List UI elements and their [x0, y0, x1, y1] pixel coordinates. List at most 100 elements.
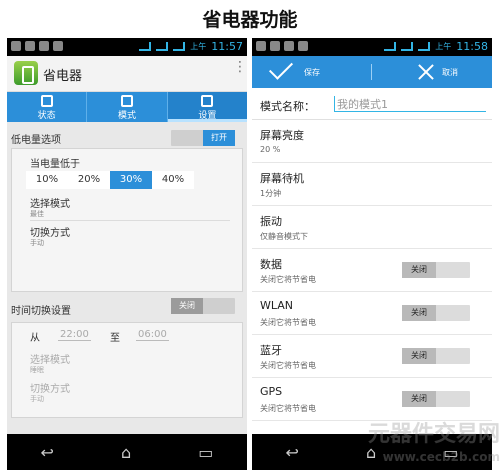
percent-option-10[interactable]: 10% — [26, 171, 68, 189]
setting-title: 振动 — [260, 215, 282, 228]
setting-gps: GPS 关闭它将节省电 关闭 — [252, 378, 492, 421]
mode-icon — [120, 95, 133, 107]
clock: 11:57 — [211, 40, 243, 53]
phone-screen-settings: 上午 11:57 省电器 ⋮ 状态 模式 设置 低电量选项 打开 当电量低于 1… — [7, 38, 247, 470]
to-time-field[interactable]: 06:00 — [136, 329, 169, 341]
wifi-icon — [384, 42, 397, 51]
download-icon — [39, 41, 49, 51]
image-icon — [53, 41, 63, 51]
mode-select-value: 最佳 — [30, 210, 44, 218]
switch-method-label[interactable]: 切换方式 — [30, 224, 70, 239]
gps-toggle[interactable]: 关闭 — [402, 391, 470, 407]
toggle-label: 关闭 — [402, 391, 436, 407]
mode-editor-content: 模式名称： 我的模式1 屏幕亮度 20 % 屏幕待机 1分钟 振动 仅静音模式下… — [252, 88, 492, 434]
setting-title: 蓝牙 — [260, 344, 282, 357]
percent-option-30[interactable]: 30% — [110, 171, 152, 189]
download-icon — [284, 41, 294, 51]
notification-icon — [25, 41, 35, 51]
status-bar: 上午 11:58 — [252, 38, 492, 56]
toggle-label: 关闭 — [171, 298, 203, 314]
low-battery-card: 当电量低于 10% 20% 30% 40% 选择模式 最佳 切换方式 手动 — [11, 148, 243, 292]
time-switch-toggle[interactable]: 关闭 — [171, 298, 235, 314]
tab-status[interactable]: 状态 — [7, 92, 88, 122]
time-switch-method-label[interactable]: 切换方式 — [30, 380, 70, 395]
settings-sliders-icon — [201, 95, 214, 107]
nav-bar: ↩ ⌂ ▭ — [7, 434, 247, 470]
time-switch-method-value: 手动 — [30, 395, 44, 403]
setting-title: 屏幕待机 — [260, 172, 304, 185]
setting-value: 关闭它将节省电 — [260, 404, 316, 413]
status-icon — [40, 95, 53, 107]
setting-value: 20 % — [260, 145, 281, 154]
from-label: 从 — [30, 333, 40, 344]
setting-value: 关闭它将节省电 — [260, 361, 316, 370]
tab-label: 状态 — [37, 111, 56, 121]
notification-icon — [11, 41, 21, 51]
bluetooth-toggle[interactable]: 关闭 — [402, 348, 470, 364]
cancel-label: 取消 — [442, 67, 458, 77]
watermark-text: 元器件交易网 — [367, 422, 500, 447]
image-icon — [298, 41, 308, 51]
toggle-label: 关闭 — [402, 348, 436, 364]
percent-option-40[interactable]: 40% — [152, 171, 194, 189]
battery-icon — [418, 42, 431, 51]
back-icon[interactable]: ↩ — [41, 443, 54, 462]
wifi-icon — [139, 42, 152, 51]
recent-apps-icon[interactable]: ▭ — [198, 443, 213, 462]
save-label: 保存 — [304, 67, 320, 77]
time-switch-header: 时间切换设置 — [11, 306, 71, 317]
mode-select-label[interactable]: 选择模式 — [30, 195, 70, 210]
divider — [371, 64, 372, 80]
wlan-toggle[interactable]: 关闭 — [402, 305, 470, 321]
battery-icon — [173, 42, 186, 51]
ampm-label: 上午 — [435, 42, 452, 51]
setting-screen-timeout[interactable]: 屏幕待机 1分钟 — [252, 163, 492, 206]
page-title: 省电器功能 — [202, 9, 298, 31]
setting-value: 关闭它将节省电 — [260, 275, 316, 284]
low-battery-toggle[interactable]: 打开 — [171, 130, 235, 146]
data-toggle[interactable]: 关闭 — [402, 262, 470, 278]
toggle-label: 关闭 — [402, 262, 436, 278]
setting-title: GPS — [260, 385, 283, 398]
toggle-label: 关闭 — [402, 305, 436, 321]
notification-icon — [270, 41, 280, 51]
time-mode-label[interactable]: 选择模式 — [30, 351, 70, 366]
ampm-label: 上午 — [190, 42, 207, 51]
setting-value: 1分钟 — [260, 189, 282, 198]
setting-data: 数据 关闭它将节省电 关闭 — [252, 249, 492, 292]
time-switch-card: 从 22:00 至 06:00 选择模式 睡眠 切换方式 手动 — [11, 322, 243, 418]
tab-settings[interactable]: 设置 — [167, 92, 247, 122]
toggle-label: 打开 — [203, 130, 235, 146]
settings-content: 低电量选项 打开 当电量低于 10% 20% 30% 40% 选择模式 最佳 切… — [7, 122, 247, 434]
home-icon[interactable]: ⌂ — [121, 443, 131, 462]
from-time-field[interactable]: 22:00 — [58, 329, 91, 341]
clock: 11:58 — [456, 40, 488, 53]
tab-bar: 状态 模式 设置 — [7, 92, 247, 122]
setting-bluetooth: 蓝牙 关闭它将节省电 关闭 — [252, 335, 492, 378]
save-button[interactable]: 保存 — [268, 55, 320, 88]
phone-screen-mode-editor: 上午 11:58 保存 取消 模式名称： 我的模式1 屏幕亮度 20 % 屏幕待… — [252, 38, 492, 470]
signal-icon — [401, 42, 414, 51]
mode-name-row: 模式名称： 我的模式1 — [252, 88, 492, 120]
close-icon — [418, 64, 434, 80]
tab-label: 设置 — [198, 111, 217, 121]
to-label: 至 — [110, 333, 120, 344]
cancel-button[interactable]: 取消 — [418, 56, 458, 88]
setting-wlan: WLAN 关闭它将节省电 关闭 — [252, 292, 492, 335]
watermark-url: www.cecb2b.com — [382, 450, 500, 464]
mode-name-label: 模式名称： — [260, 100, 315, 113]
switch-method-value: 手动 — [30, 239, 44, 247]
check-icon — [268, 55, 294, 80]
percent-option-20[interactable]: 20% — [68, 171, 110, 189]
mode-name-input[interactable]: 我的模式1 — [334, 96, 486, 112]
setting-value: 关闭它将节省电 — [260, 318, 316, 327]
overflow-menu-icon[interactable]: ⋮ — [233, 60, 247, 82]
back-icon[interactable]: ↩ — [286, 443, 299, 462]
setting-brightness[interactable]: 屏幕亮度 20 % — [252, 120, 492, 163]
tab-mode[interactable]: 模式 — [87, 92, 168, 122]
action-bar: 保存 取消 — [252, 55, 492, 88]
setting-vibration[interactable]: 振动 仅静音模式下 — [252, 206, 492, 249]
signal-icon — [156, 42, 169, 51]
watermark: 元器件交易网 www.cecb2b.com — [335, 424, 500, 468]
below-label: 当电量低于 — [30, 159, 80, 170]
